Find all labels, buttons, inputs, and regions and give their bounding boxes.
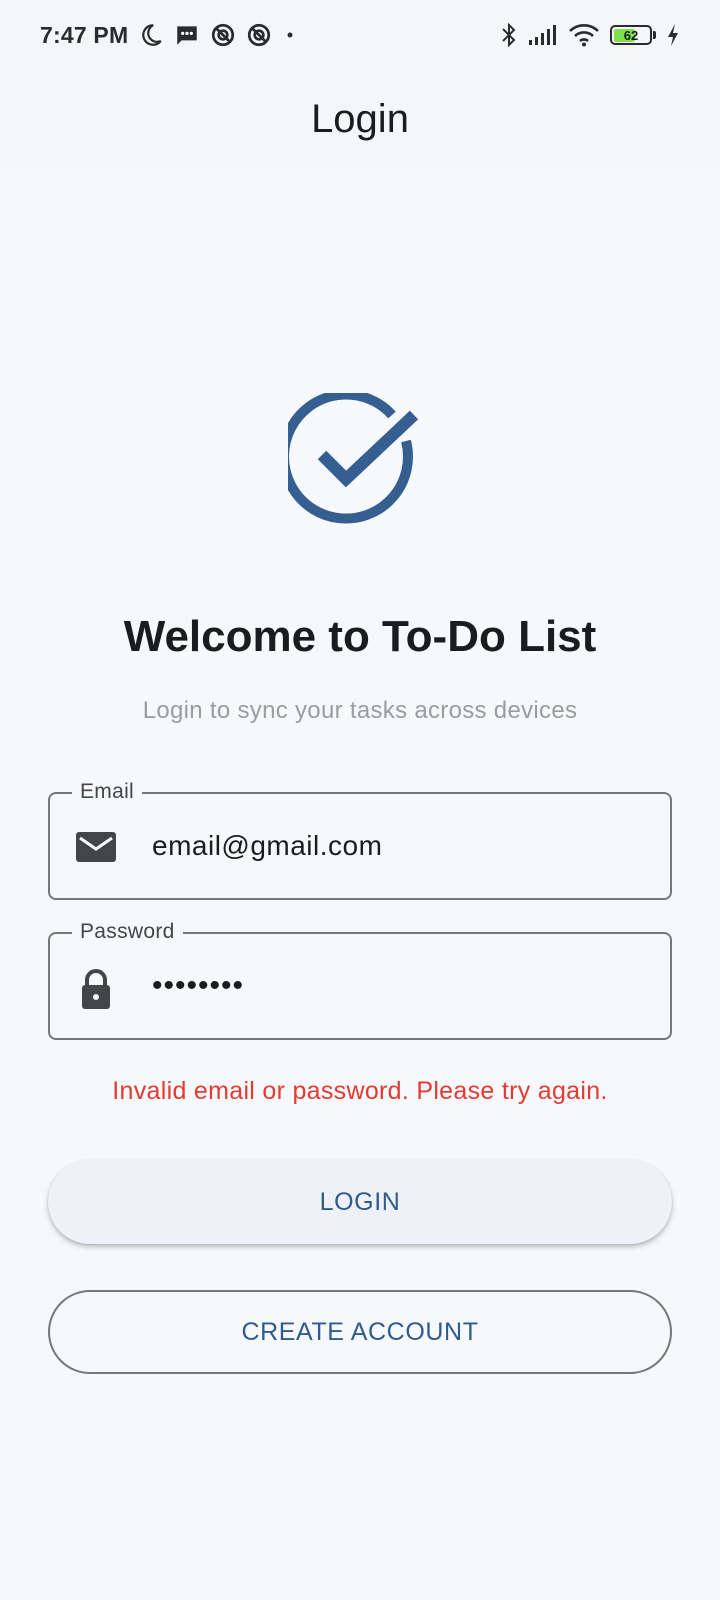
battery-tip bbox=[653, 31, 656, 39]
status-right: 62 bbox=[500, 22, 680, 48]
status-bar: 7:47 PM 62 bbox=[0, 0, 720, 70]
password-field[interactable]: Password •••••••• bbox=[48, 920, 672, 1040]
no-disturb-icon bbox=[210, 22, 236, 48]
battery-level: 62 bbox=[623, 27, 639, 43]
subtitle: Login to sync your tasks across devices bbox=[142, 697, 578, 724]
login-button[interactable]: LOGIN bbox=[48, 1160, 672, 1244]
status-left: 7:47 PM bbox=[40, 22, 298, 49]
email-label: Email bbox=[72, 780, 143, 804]
lock-icon bbox=[74, 968, 120, 1009]
battery: 62 bbox=[610, 25, 652, 45]
check-circle-icon bbox=[278, 389, 428, 533]
page-title: Login bbox=[311, 96, 409, 141]
battery-icon: 62 bbox=[610, 25, 656, 45]
status-time: 7:47 PM bbox=[40, 21, 129, 48]
create-account-button[interactable]: CREATE ACCOUNT bbox=[48, 1290, 672, 1374]
error-message: Invalid email or password. Please try ag… bbox=[112, 1077, 608, 1105]
dot-icon bbox=[282, 27, 298, 43]
email-field[interactable]: Email email@gmail.com bbox=[48, 780, 672, 900]
bluetooth-icon bbox=[500, 22, 518, 48]
email-input[interactable]: email@gmail.com bbox=[152, 794, 650, 898]
message-icon bbox=[174, 22, 200, 48]
welcome-title: Welcome to To-Do List bbox=[123, 612, 597, 661]
signal-icon bbox=[528, 24, 558, 46]
app-bar: Login bbox=[0, 70, 720, 168]
password-input[interactable]: •••••••• bbox=[152, 934, 650, 1038]
wifi-icon bbox=[568, 23, 600, 47]
mail-icon bbox=[74, 828, 120, 868]
moon-icon bbox=[138, 22, 164, 48]
charging-icon bbox=[666, 23, 680, 47]
no-disturb-icon bbox=[246, 22, 272, 48]
